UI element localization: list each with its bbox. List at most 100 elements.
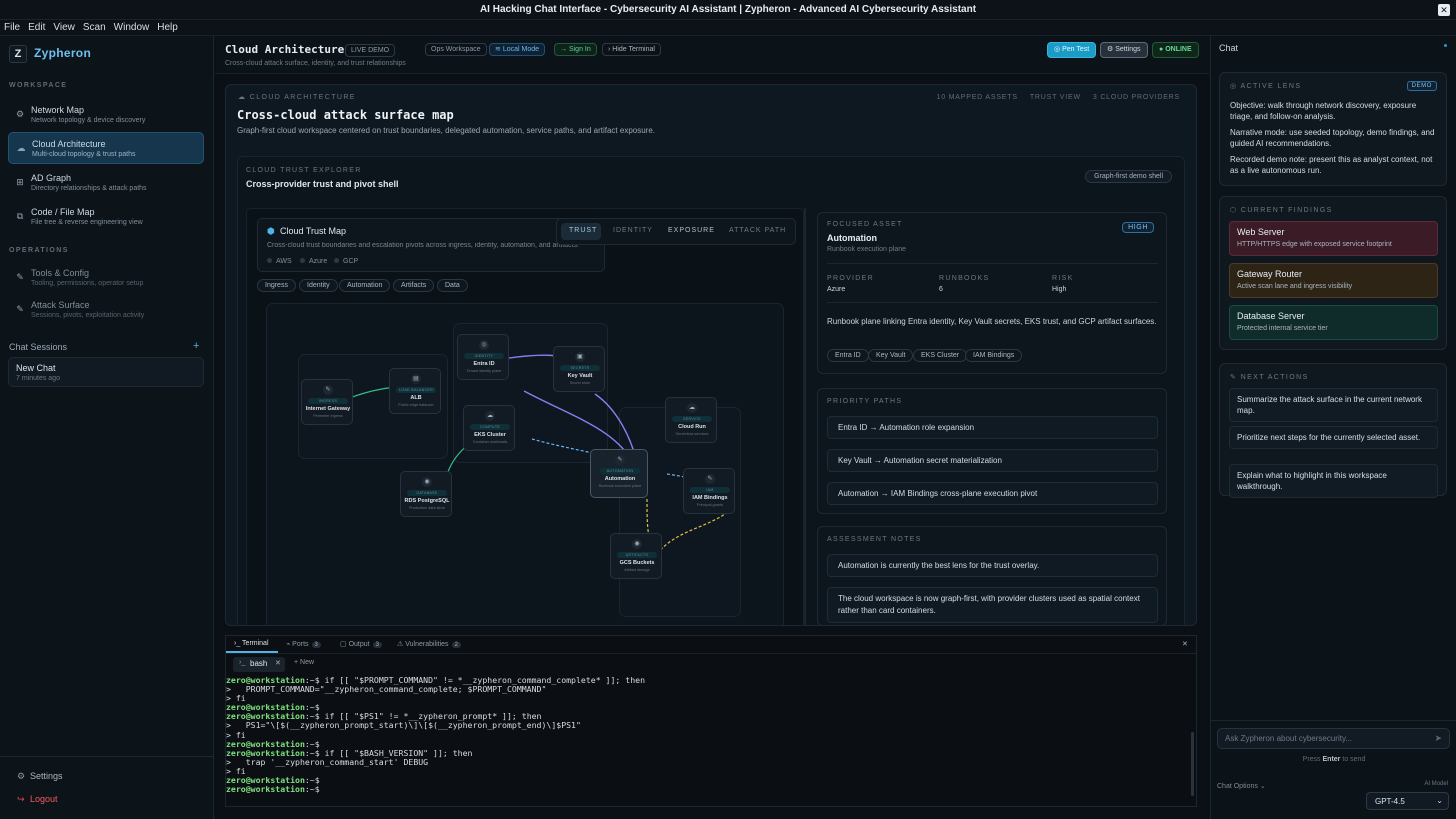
stat-view: TRUST VIEW — [1029, 94, 1081, 101]
notes-kicker: ASSESSMENT NOTES — [827, 536, 922, 543]
menu-file[interactable]: File — [0, 20, 24, 33]
close-terminal-button[interactable]: ✕ — [1182, 640, 1188, 648]
ops-workspace-badge: Ops Workspace — [425, 43, 487, 56]
node-internet-gateway[interactable]: ✎ INGRESS Internet Gateway Perimeter ingres… — [301, 379, 353, 425]
local-mode-button[interactable]: ≋ Local Mode — [489, 43, 546, 56]
page-title: Cloud Architecture — [225, 43, 345, 56]
priority-path-item[interactable]: Entra ID → Automation role expansion — [827, 416, 1158, 439]
settings-button-label: Settings — [1115, 46, 1141, 53]
sidebar-item-attack-surface[interactable]: ✎ Attack Surface Sessions, pivots, explo… — [8, 294, 204, 326]
terminal-line: zero@workstation:~$ — [226, 785, 645, 794]
node-eks-cluster[interactable]: ☁ COMPUTE EKS Cluster Container workloads — [463, 405, 515, 451]
nav-sub: Sessions, pivots, exploitation activity — [31, 312, 145, 319]
hide-terminal-button[interactable]: › Hide Terminal — [602, 43, 661, 56]
shell-tab[interactable]: ›_ bash ✕ — [233, 657, 285, 672]
field-runbooks-label: RUNBOOKS — [939, 275, 990, 282]
trust-graph[interactable]: ⬢ Cloud Trust Map Cross-cloud trust boun… — [246, 208, 804, 625]
splitter-handle[interactable] — [804, 208, 806, 625]
finding-gateway-router[interactable]: Gateway Router Active scan lane and ingre… — [1229, 263, 1438, 298]
tab-ports[interactable]: ⌁ Ports 3 — [286, 640, 321, 648]
node-sub: Runbook execution plane — [598, 484, 642, 488]
workspace-label: WORKSPACE — [9, 82, 68, 89]
ports-count: 3 — [311, 642, 321, 648]
sidebar-item-code-file-map[interactable]: ⧉ Code / File Map File tree & reverse en… — [8, 201, 204, 233]
send-icon[interactable]: ➤ — [1434, 733, 1442, 744]
nav-sub: Directory relationships & attack paths — [31, 185, 147, 192]
model-select[interactable]: GPT-4.5 ⌄ — [1366, 792, 1449, 810]
next-action-item[interactable]: Explain what to highlight in this worksp… — [1229, 464, 1438, 498]
nav-label: Cloud Architecture — [32, 139, 106, 149]
finding-title: Web Server — [1237, 227, 1285, 237]
chat-input[interactable]: Ask Zypheron about cybersecurity... ➤ — [1217, 728, 1450, 749]
sidebar-item-tools-config[interactable]: ✎ Tools & Config Tooling, permissions, o… — [8, 262, 204, 294]
settings-button[interactable]: ⚙ Settings — [1100, 42, 1148, 58]
window-close-button[interactable]: ✕ — [1438, 4, 1450, 16]
menu-bar: File Edit View Scan Window Help — [0, 20, 1456, 36]
tab-vulnerabilities[interactable]: ⚠ Vulnerabilities 2 — [397, 640, 461, 648]
risk-badge: HIGH — [1122, 222, 1154, 233]
terminal-scrollbar[interactable] — [1191, 732, 1194, 796]
new-terminal-button[interactable]: + New — [294, 659, 314, 666]
terminal-output[interactable]: zero@workstation:~$ if [[ "$PROMPT_COMMA… — [226, 675, 645, 794]
terminal-line: > trap '__zypheron_command_start' DEBUG — [226, 756, 645, 767]
sidebar-item-ad-graph[interactable]: ⊞ AD Graph Directory relationships & att… — [8, 167, 204, 199]
actions-kicker: ✎ NEXT ACTIONS — [1230, 373, 1309, 381]
chevron-down-icon: ⌄ — [1436, 796, 1443, 805]
cloud-icon: ☁ — [687, 403, 697, 413]
node-automation[interactable]: ✎ AUTOMATION Automation Runbook execution p… — [590, 449, 648, 498]
tag-eks-cluster[interactable]: EKS Cluster — [913, 349, 968, 362]
nav-label: AD Graph — [31, 173, 72, 183]
menu-edit[interactable]: Edit — [24, 20, 49, 33]
stat-providers: 3 CLOUD PROVIDERS — [1092, 94, 1180, 101]
login-icon: → — [560, 46, 569, 53]
tab-terminal[interactable]: ›_ Terminal — [234, 640, 269, 647]
next-action-item[interactable]: Prioritize next steps for the currently … — [1229, 426, 1438, 449]
lens-narrative: Narrative mode: use seeded topology, dem… — [1230, 128, 1435, 148]
sparkle-icon: ✎ — [1230, 374, 1241, 381]
send-hint-pre: Press — [1302, 756, 1321, 763]
sidebar-divider — [0, 756, 213, 757]
tag-key-vault[interactable]: Key Vault — [868, 349, 914, 362]
logout-icon: ↪ — [17, 794, 25, 804]
balancer-icon: ▤ — [411, 374, 421, 384]
node-alb[interactable]: ▤ LOAD BALANCER ALB Public edge balancer — [389, 368, 441, 414]
sign-in-button[interactable]: → Sign In — [554, 43, 597, 56]
node-cloud-run[interactable]: ☁ SERVICE Cloud Run Serverless services — [665, 397, 717, 443]
close-shell-icon[interactable]: ✕ — [275, 659, 281, 667]
tag-iam-bindings[interactable]: IAM Bindings — [965, 349, 1023, 362]
menu-window[interactable]: Window — [110, 20, 154, 33]
nav-label: Network Map — [31, 105, 85, 115]
finding-database-server[interactable]: Database Server Protected internal servic… — [1229, 305, 1438, 340]
tab-vulnerabilities-label: Vulnerabilities — [405, 641, 449, 648]
add-session-button[interactable]: + — [193, 340, 199, 352]
nav-label: Code / File Map — [31, 207, 95, 217]
finding-title: Gateway Router — [1237, 269, 1303, 279]
priority-path-item[interactable]: Key Vault → Automation secret materializ… — [827, 449, 1158, 472]
panel-description: Graph-first cloud workspace centered on … — [237, 126, 656, 135]
terminal-command: > trap '__zypheron_command_start' DEBUG — [226, 756, 429, 767]
node-rds-postgresql[interactable]: ◉ DATABASE RDS PostgreSQL Production data s… — [400, 471, 452, 517]
node-iam-bindings[interactable]: ✎ IAM IAM Bindings Principal grants — [683, 468, 735, 514]
brand-logo[interactable]: Z — [9, 45, 27, 63]
menu-help[interactable]: Help — [153, 20, 182, 33]
node-type: COMPUTE — [470, 424, 510, 430]
finding-web-server[interactable]: Web Server HTTP/HTTPS edge with exposed s… — [1229, 221, 1438, 256]
tab-output[interactable]: ▢ Output 3 — [340, 640, 382, 648]
focus-sub: Runbook execution plane — [827, 246, 907, 253]
sidebar-item-cloud-architecture[interactable]: ☁ Cloud Architecture Multi-cloud topolog… — [8, 132, 204, 164]
node-entra-id[interactable]: ◎ IDENTITY Entra ID Tenant identity plane — [457, 334, 509, 380]
menu-view[interactable]: View — [49, 20, 79, 33]
menu-scan[interactable]: Scan — [79, 20, 110, 33]
pen-test-button[interactable]: ◎ Pen Test — [1047, 42, 1097, 58]
node-sub: Perimeter ingress — [313, 414, 343, 418]
priority-path-item[interactable]: Automation → IAM Bindings cross-plane ex… — [827, 482, 1158, 505]
node-gcs-buckets[interactable]: ◉ ARTIFACTS GCS Buckets Artifact storage — [610, 533, 662, 579]
sidebar-item-network-map[interactable]: ⚙ Network Map Network topology & device … — [8, 99, 204, 131]
explorer-kicker: CLOUD TRUST EXPLORER — [246, 167, 362, 174]
chat-session-item[interactable]: New Chat 7 minutes ago — [8, 357, 204, 387]
chat-options-toggle[interactable]: Chat Options ⌄ — [1217, 782, 1266, 790]
node-key-vault[interactable]: ▣ SECRETS Key Vault Secret store — [553, 346, 605, 392]
tag-entra-id[interactable]: Entra ID — [827, 349, 869, 362]
next-action-item[interactable]: Summarize the attack surface in the curr… — [1229, 388, 1438, 422]
lens-objective: Objective: walk through network discover… — [1230, 101, 1417, 121]
